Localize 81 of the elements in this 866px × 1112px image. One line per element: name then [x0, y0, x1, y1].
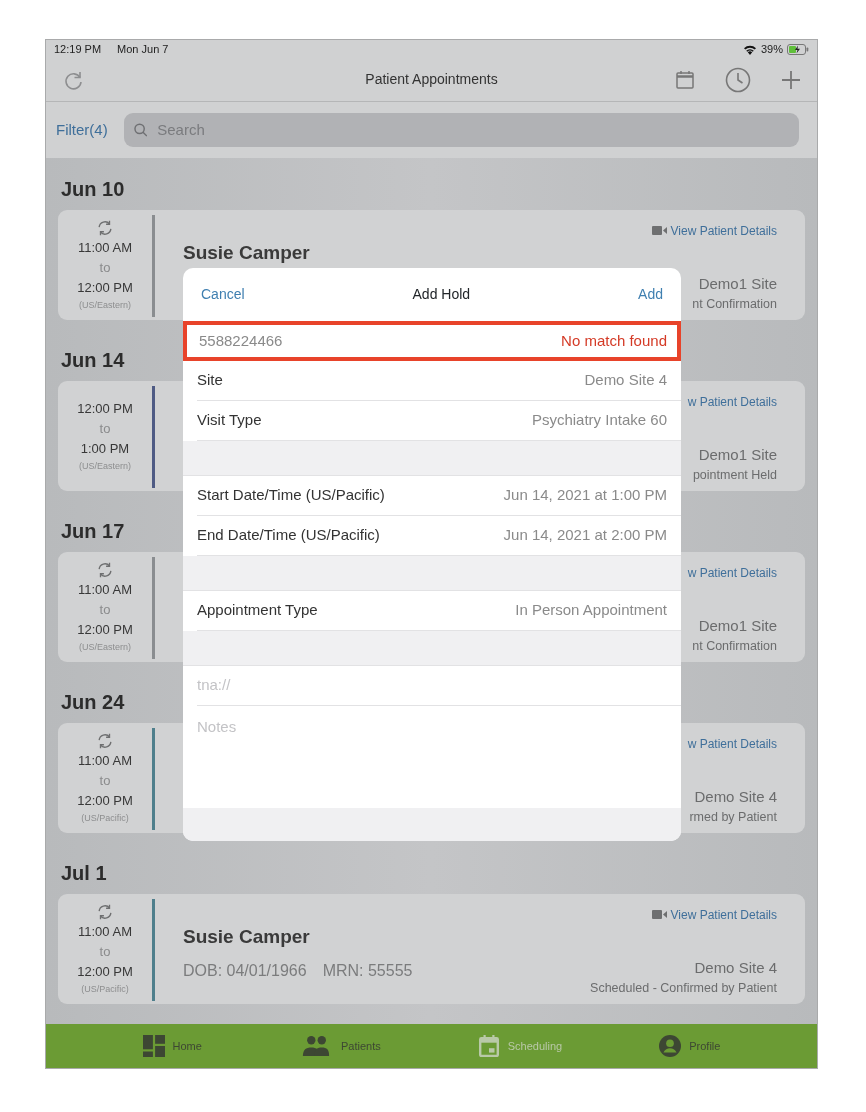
- appointment-status: pointment Held: [692, 467, 777, 485]
- battery-percent: 39%: [760, 42, 783, 57]
- person-icon: [659, 1034, 682, 1057]
- end-time: 12:00 PM: [77, 620, 133, 639]
- time-separator: to: [99, 771, 111, 790]
- filter-link[interactable]: Filter(4): [56, 118, 108, 142]
- wifi-icon: [742, 43, 757, 55]
- lookup-input[interactable]: 5588224466: [197, 328, 562, 354]
- start-time: 11:00 AM: [78, 238, 132, 257]
- row-label: Start Date/Time (US/Pacific): [197, 485, 385, 506]
- lookup-field[interactable]: 5588224466 No match found: [183, 321, 681, 361]
- page-title: Patient Appointments: [365, 71, 498, 88]
- patient-name: Susie Camper: [183, 240, 310, 265]
- end-time: 12:00 PM: [77, 791, 133, 810]
- start-time: 12:00 PM: [77, 399, 133, 418]
- time-separator: to: [99, 600, 111, 619]
- lookup-result: No match found: [561, 330, 667, 351]
- time-separator: to: [99, 942, 111, 961]
- start-time: 11:00 AM: [78, 922, 132, 941]
- view-details-link[interactable]: w Patient Details: [687, 734, 777, 753]
- end-time: 12:00 PM: [77, 962, 133, 981]
- date-heading: Jun 17: [61, 519, 125, 545]
- add-icon[interactable]: [781, 69, 801, 90]
- appointment-status: Scheduled - Confirmed by Patient: [590, 980, 777, 998]
- date-heading: Jul 1: [61, 861, 107, 887]
- site-name: Demo Site 4: [694, 957, 777, 978]
- row-value: Psychiatry Intake 60: [531, 410, 667, 431]
- tab-item[interactable]: Patients: [298, 1034, 381, 1057]
- row-value: Jun 14, 2021 at 1:00 PM: [503, 485, 667, 506]
- date-heading: Jun 10: [61, 177, 125, 203]
- start-time: 11:00 AM: [78, 751, 132, 770]
- view-details-link[interactable]: View Patient Details: [670, 221, 777, 240]
- dialog-title: Add Hold: [412, 285, 471, 304]
- status-date: Mon Jun 7: [117, 42, 169, 57]
- timezone: (US/Eastern): [79, 459, 131, 473]
- site-name: Demo1 Site: [698, 444, 777, 465]
- appointment-status: nt Confirmation: [692, 296, 777, 314]
- time-separator: to: [99, 419, 111, 438]
- row-label: Appointment Type: [197, 600, 318, 621]
- patient-name: Susie Camper: [183, 924, 311, 949]
- timezone: (US/Pacific): [81, 982, 129, 996]
- row-label: End Date/Time (US/Pacific): [197, 525, 380, 546]
- date-heading: Jun 14: [61, 348, 125, 374]
- date-of-birth: DOB: 04/01/1966: [183, 961, 307, 982]
- row-value: Demo Site 4: [584, 370, 667, 391]
- tab-item[interactable]: Profile: [659, 1034, 721, 1057]
- form-row[interactable]: Site Demo Site 4: [197, 361, 681, 401]
- row-value: In Person Appointment: [515, 600, 667, 621]
- row-label: Visit Type: [197, 410, 262, 431]
- start-time: 11:00 AM: [78, 580, 132, 599]
- view-details-link[interactable]: w Patient Details: [687, 563, 777, 582]
- timezone: (US/Eastern): [79, 298, 131, 312]
- site-name: Demo Site 4: [694, 786, 777, 807]
- form-row[interactable]: Start Date/Time (US/Pacific) Jun 14, 2021 at 1:00 PM: [197, 476, 681, 516]
- record-number: MRN: 55555: [322, 961, 413, 982]
- calendar-icon[interactable]: [675, 69, 695, 90]
- status-time: 12:19 PM: [54, 42, 102, 57]
- view-details-link[interactable]: View Patient Details: [670, 905, 777, 924]
- row-value: Jun 14, 2021 at 2:00 PM: [503, 525, 667, 546]
- cancel-button[interactable]: Cancel: [201, 284, 245, 305]
- clock-icon[interactable]: [725, 66, 751, 93]
- calendar-icon: [477, 1034, 500, 1057]
- appointment-status: nt Confirmation: [692, 638, 777, 656]
- site-name: Demo1 Site: [698, 615, 777, 636]
- view-details-link[interactable]: w Patient Details: [687, 392, 777, 411]
- row-label: Site: [197, 370, 223, 391]
- time-separator: to: [99, 258, 111, 277]
- battery-icon: [787, 43, 809, 55]
- date-heading: Jun 24: [61, 690, 125, 716]
- add-button[interactable]: Add: [638, 284, 663, 305]
- appointment-status: rmed by Patient: [689, 809, 777, 827]
- search-icon: [133, 122, 148, 137]
- site-name: Demo1 Site: [698, 273, 777, 294]
- grid-icon: [142, 1034, 165, 1057]
- end-time: 12:00 PM: [77, 278, 133, 297]
- tab-item[interactable]: Scheduling: [477, 1034, 563, 1057]
- timezone: (US/Eastern): [79, 640, 131, 654]
- appointment-card[interactable]: 11:00 AM to 12:00 PM (US/Pacific) Susie Camper DOB: 04/01/1966 MRN: 55555 View Patient Details Demo Site 4 Scheduled - Confirmed by Patient: [58, 893, 805, 1004]
- timezone: (US/Pacific): [81, 811, 129, 825]
- tab-item[interactable]: Home: [142, 1034, 202, 1057]
- end-time: 1:00 PM: [80, 439, 130, 458]
